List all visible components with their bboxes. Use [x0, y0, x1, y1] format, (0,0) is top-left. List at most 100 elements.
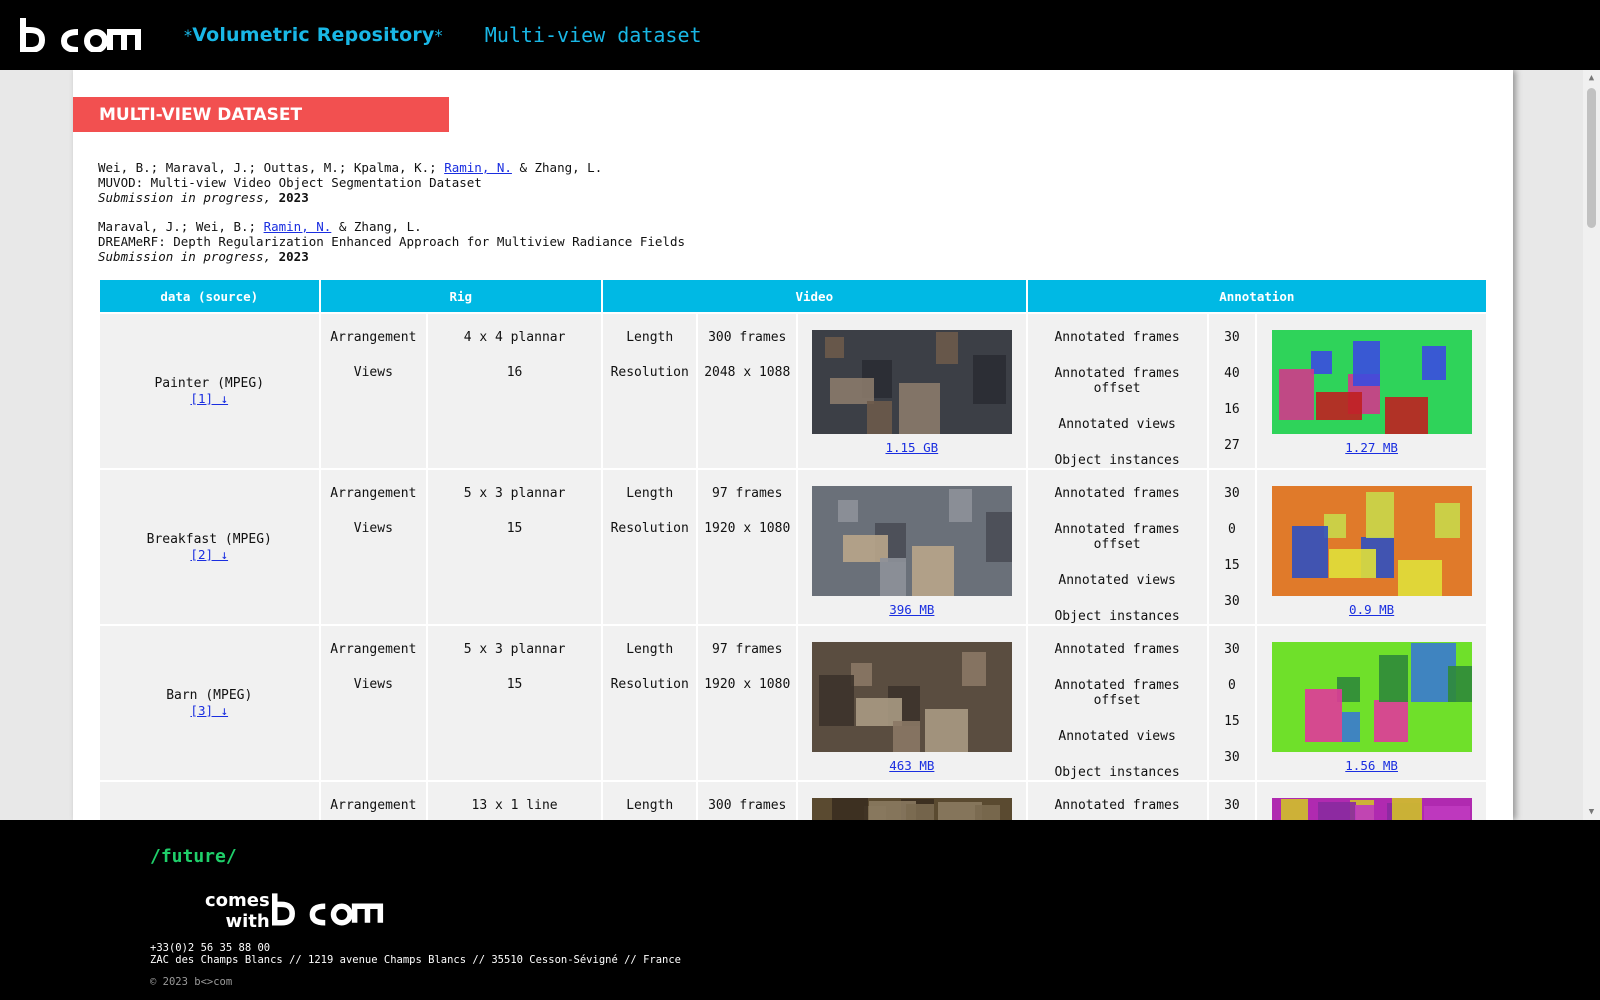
views-label: Views [353, 677, 393, 692]
dataset-name: Barn (MPEG) [166, 687, 253, 703]
annotated-frames-offset-value: 0 [1227, 678, 1236, 693]
table-row: Barn (MPEG) [3] ↓ Arrangement Views 5 x … [100, 626, 1486, 780]
reference-title: DREAMeRF: Depth Regularization Enhanced … [98, 234, 685, 249]
table-row: Arrangement Views 13 x 1 line Length Res… [100, 782, 1486, 820]
dataset-ref-link[interactable]: [2] ↓ [190, 547, 228, 562]
video-labels-cell: Length Resolution [602, 470, 697, 624]
annotated-frames-offset-label: Annotated frames offset [1054, 366, 1180, 396]
arrangement-value: 13 x 1 line [471, 798, 558, 813]
annotation-thumbnail[interactable] [1271, 486, 1472, 596]
annotated-frames-value: 30 [1224, 642, 1240, 657]
scroll-down-arrow-icon[interactable]: ▼ [1583, 804, 1600, 820]
data-source-cell: Barn (MPEG) [3] ↓ [100, 626, 319, 780]
footer-bcom-logo [272, 892, 384, 930]
views-label: Views [353, 365, 393, 380]
data-source-cell [100, 782, 319, 820]
arrangement-label: Arrangement [330, 798, 417, 813]
video-thumbnail[interactable] [811, 330, 1012, 434]
star-glyph: * [434, 26, 443, 45]
page-footer: /future/ comes with +33(0)2 56 35 88 00 … [0, 820, 1600, 1000]
annotated-views-label: Annotated views [1058, 729, 1176, 744]
video-labels-cell: Length Resolution [602, 626, 697, 780]
annotation-download-link[interactable]: 0.9 MB [1257, 602, 1486, 617]
annotation-thumbnail[interactable] [1271, 330, 1472, 434]
scroll-up-arrow-icon[interactable]: ▲ [1583, 70, 1600, 86]
video-thumbnail[interactable] [811, 486, 1012, 596]
arrangement-value: 5 x 3 plannar [463, 486, 566, 501]
data-source-cell: Painter (MPEG) [1] ↓ [100, 314, 319, 468]
annotation-labels-cell: Annotated frames Annotated frames offset… [1027, 782, 1207, 820]
rig-values-cell: 4 x 4 plannar 16 [428, 314, 601, 468]
video-values-cell: 97 frames 1920 x 1080 [698, 626, 797, 780]
annotated-frames-label: Annotated frames [1054, 798, 1180, 813]
object-instances-label: Object instances [1054, 609, 1180, 624]
with-line: with [225, 911, 270, 932]
object-instances-value: 27 [1224, 438, 1240, 453]
contact-info: +33(0)2 56 35 88 00 ZAC des Champs Blanc… [150, 942, 681, 966]
views-value: 15 [506, 521, 523, 536]
annotation-thumbnail-cell: 0.9 MB [1257, 470, 1486, 624]
phone-number: +33(0)2 56 35 88 00 [150, 942, 271, 954]
rig-values-cell: 13 x 1 line [428, 782, 601, 820]
author-link[interactable]: Ramin, N. [444, 160, 512, 175]
annotation-labels-cell: Annotated frames Annotated frames offset… [1027, 470, 1207, 624]
page-subtitle[interactable]: Multi-view dataset [485, 23, 702, 47]
video-download-link[interactable]: 463 MB [798, 758, 1026, 773]
annotated-views-label: Annotated views [1058, 417, 1176, 432]
video-thumbnail[interactable] [811, 642, 1012, 752]
header-data-source: data (source) [100, 280, 319, 312]
dataset-ref-link[interactable]: [1] ↓ [190, 391, 228, 406]
arrangement-label: Arrangement [330, 486, 417, 501]
annotated-views-label: Annotated views [1058, 573, 1176, 588]
arrangement-value: 4 x 4 plannar [463, 330, 566, 345]
annotation-thumbnail[interactable] [1271, 798, 1472, 820]
dataset-ref-link[interactable]: [3] ↓ [190, 703, 228, 718]
author-link[interactable]: Ramin, N. [264, 219, 332, 234]
annotation-thumbnail-cell: 1.27 MB [1257, 314, 1486, 468]
future-tagline: /future/ [150, 846, 237, 867]
references-list: Wei, B.; Maraval, J.; Outtas, M.; Kpalma… [98, 160, 685, 278]
brand-title-text: Volumetric Repository [192, 24, 435, 46]
annotated-frames-offset-value: 40 [1224, 366, 1240, 381]
annotation-download-link[interactable]: 1.56 MB [1257, 758, 1486, 773]
top-header: *Volumetric Repository* Multi-view datas… [0, 0, 1600, 70]
annotation-thumbnail[interactable] [1271, 642, 1472, 752]
object-instances-label: Object instances [1054, 765, 1180, 780]
video-download-link[interactable]: 396 MB [798, 602, 1026, 617]
authors-text: Wei, B.; Maraval, J.; Outtas, M.; Kpalma… [98, 160, 445, 175]
star-glyph: * [184, 26, 193, 45]
data-source-cell: Breakfast (MPEG) [2] ↓ [100, 470, 319, 624]
reference-year: 2023 [278, 190, 309, 205]
length-label: Length [626, 486, 674, 501]
length-label: Length [626, 798, 674, 813]
repository-title[interactable]: *Volumetric Repository* [184, 24, 443, 46]
annotated-views-value: 16 [1224, 402, 1240, 417]
annotated-frames-offset-label: Annotated frames offset [1054, 678, 1180, 708]
rig-labels-cell: Arrangement Views [320, 314, 427, 468]
rig-values-cell: 5 x 3 plannar 15 [428, 470, 601, 624]
video-thumbnail[interactable] [811, 798, 1012, 820]
annotation-download-link[interactable]: 1.27 MB [1257, 440, 1486, 455]
arrangement-value: 5 x 3 plannar [463, 642, 566, 657]
rig-values-cell: 5 x 3 plannar 15 [428, 626, 601, 780]
copyright: © 2023 b<>com [150, 976, 233, 988]
dataset-table: data (source) Rig Video Annotation Paint… [98, 278, 1488, 820]
reference-item: Maraval, J.; Wei, B.; Ramin, N. & Zhang,… [98, 219, 685, 264]
resolution-value: 1920 x 1080 [704, 521, 791, 536]
postal-address: ZAC des Champs Blancs // 1219 avenue Cha… [150, 954, 682, 966]
annotated-frames-offset-value: 0 [1227, 522, 1236, 537]
scrollbar-thumb[interactable] [1587, 88, 1596, 228]
vertical-scrollbar[interactable]: ▲ ▼ [1583, 70, 1600, 820]
header-video: Video [602, 280, 1026, 312]
annotated-frames-value: 30 [1224, 330, 1240, 345]
annotation-values-cell: 30 0 15 30 [1208, 470, 1256, 624]
resolution-value: 2048 x 1088 [704, 365, 791, 380]
length-label: Length [626, 330, 674, 345]
resolution-label: Resolution [610, 365, 689, 380]
length-value: 97 frames [712, 486, 783, 501]
bcom-logo[interactable] [20, 18, 142, 52]
rig-labels-cell: Arrangement Views [320, 626, 427, 780]
table-row: Painter (MPEG) [1] ↓ Arrangement Views 4… [100, 314, 1486, 468]
annotation-values-cell: 30 [1208, 782, 1256, 820]
video-download-link[interactable]: 1.15 GB [798, 440, 1026, 455]
